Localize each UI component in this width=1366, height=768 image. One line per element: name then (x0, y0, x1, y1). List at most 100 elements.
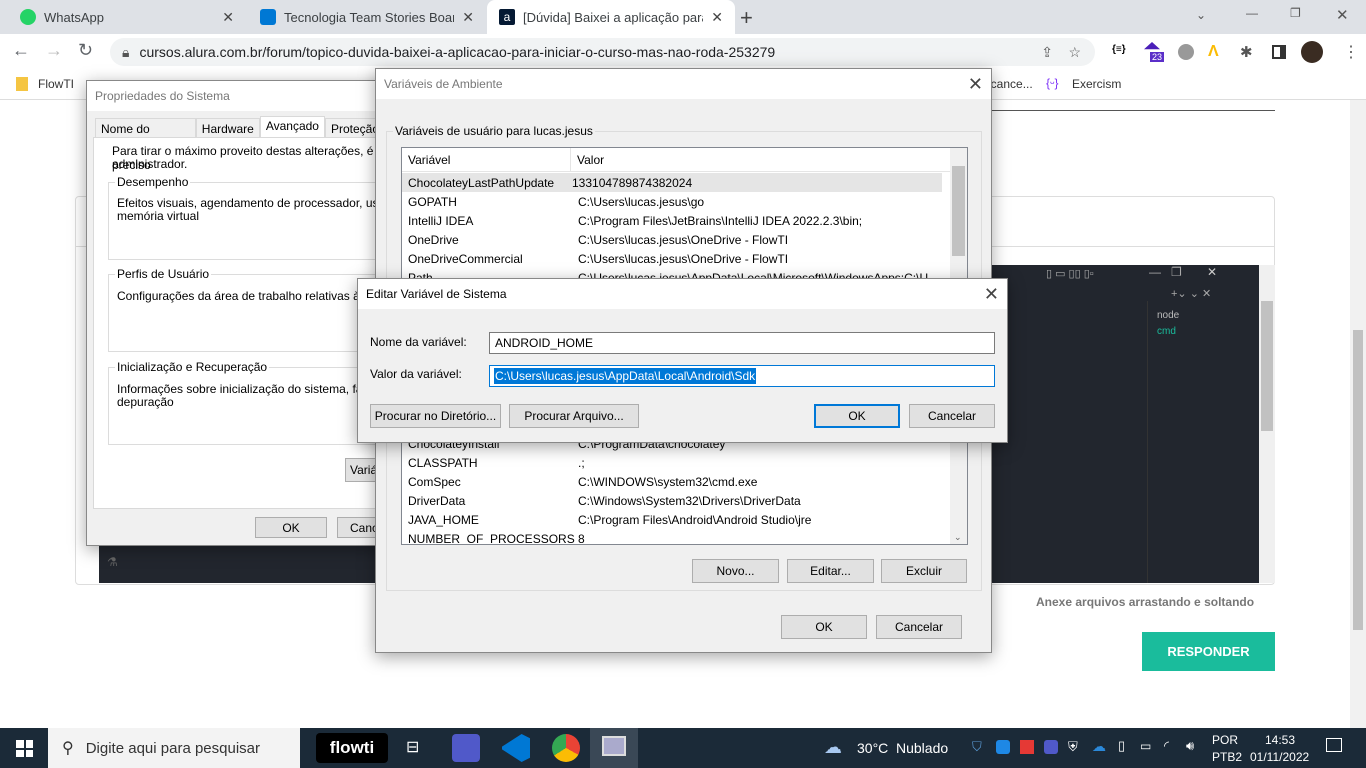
variable-value: 133104789874382024 (572, 175, 693, 190)
teamviewer-icon[interactable] (996, 740, 1010, 754)
system-properties-taskbar-item[interactable] (590, 728, 638, 768)
variable-name: IntelliJ IDEA (408, 213, 474, 228)
table-row[interactable]: OneDrive C:\Users\lucas.jesus\OneDrive - … (408, 230, 948, 249)
table-row[interactable]: NUMBER_OF_PROCESSORS 8 (408, 529, 948, 545)
flowti-logo[interactable]: flowti (316, 733, 388, 763)
cancel-button[interactable]: Cancelar (876, 615, 962, 639)
table-row[interactable]: IntelliJ IDEA C:\Program Files\JetBrains\… (408, 211, 948, 230)
notifications-icon[interactable] (1326, 738, 1342, 752)
weather-temp[interactable]: 30°C (857, 740, 888, 756)
close-icon[interactable]: ✕ (984, 284, 999, 305)
extension-icon[interactable]: 23 (1144, 42, 1165, 64)
tomato-extension-icon[interactable] (1178, 44, 1194, 60)
clock-time[interactable]: 14:53 (1265, 733, 1295, 747)
list-header: Variável Valor (402, 148, 950, 172)
variable-name-input[interactable]: ANDROID_HOME (489, 332, 995, 354)
edit-button[interactable]: Editar... (787, 559, 874, 583)
variable-name: NUMBER_OF_PROCESSORS (408, 531, 575, 545)
defender-icon[interactable]: ⛉ (972, 739, 982, 755)
windows-start-icon[interactable] (16, 740, 33, 757)
task-view-icon[interactable]: ⊟ (406, 737, 419, 757)
address-bar[interactable]: 🔒︎ cursos.alura.com.br/forum/topico-duvi… (110, 38, 1095, 66)
puzzle-extensions-icon[interactable]: ✱ (1240, 43, 1253, 61)
onedrive-icon[interactable]: ☁ (1092, 738, 1106, 755)
ok-button[interactable]: OK (814, 404, 900, 428)
variable-name: ChocolateyLastPathUpdate (408, 175, 555, 190)
wifi-icon[interactable]: ◜ (1164, 738, 1169, 754)
menu-icon[interactable]: ⋮ (1343, 42, 1359, 62)
bookmark-exercism[interactable]: Exercism (1072, 77, 1121, 91)
variable-value: C:\Users\lucas.jesus\OneDrive - FlowTI (578, 251, 789, 266)
teams-tray-icon[interactable] (1044, 740, 1058, 754)
table-row[interactable]: DriverData C:\Windows\System32\Drivers\Dr… (408, 491, 948, 510)
tab-whatsapp[interactable]: WhatsApp ✕ (8, 0, 246, 34)
azure-devops-icon (260, 9, 276, 25)
variable-value-input[interactable]: C:\Users\lucas.jesus\AppData\Local\Andro… (489, 365, 995, 387)
browse-file-button[interactable]: Procurar Arquivo... (509, 404, 639, 428)
input-language[interactable]: POR (1212, 733, 1238, 747)
bookmark-star-icon[interactable]: ☆ (1068, 44, 1081, 61)
usb-icon[interactable]: ▯ (1118, 738, 1125, 754)
close-window-icon[interactable]: ✕ (1336, 6, 1349, 24)
close-icon[interactable]: ✕ (222, 9, 234, 26)
chrome-icon[interactable] (552, 734, 580, 762)
browse-directory-button[interactable]: Procurar no Diretório... (370, 404, 501, 428)
system-list-scrollbar[interactable]: ⌄ (950, 429, 967, 544)
minimize-icon[interactable]: — (1246, 6, 1258, 20)
security-shield-icon[interactable]: ⛨ (1068, 739, 1078, 755)
group-label: Perfis de Usuário (115, 267, 212, 281)
variable-value: C:\Users\lucas.jesus\go (578, 194, 705, 209)
editor-scrollbar[interactable] (1259, 265, 1275, 583)
page-scrollbar[interactable] (1350, 100, 1366, 728)
ok-button[interactable]: OK (781, 615, 867, 639)
variable-value-label: Valor da variável: (370, 367, 462, 381)
new-tab-button[interactable]: + (740, 5, 753, 31)
profile-avatar[interactable] (1301, 41, 1323, 63)
clock-date[interactable]: 01/11/2022 (1250, 750, 1309, 764)
close-icon[interactable]: ✕ (711, 9, 723, 26)
reply-button[interactable]: RESPONDER (1142, 632, 1275, 671)
column-header-value[interactable]: Valor (570, 148, 604, 172)
weather-text[interactable]: Nublado (896, 740, 948, 756)
bookmark-item[interactable]: lcance... (988, 77, 1033, 91)
search-box[interactable]: ⚲ Digite aqui para pesquisar (48, 728, 300, 768)
tab-alura[interactable]: a [Dúvida] Baixei a aplicação para i ✕ (487, 0, 735, 34)
side-panel-icon[interactable] (1272, 45, 1286, 59)
table-row[interactable]: ChocolateyLastPathUpdate 1331047898743820… (402, 173, 942, 192)
table-row[interactable]: JAVA_HOME C:\Program Files\Android\Androi… (408, 510, 948, 529)
volume-icon[interactable]: 🔊︎ (1186, 738, 1194, 754)
reload-icon[interactable]: ↻ (78, 40, 93, 61)
back-icon[interactable]: ← (12, 40, 30, 61)
tab-title: WhatsApp (44, 9, 104, 25)
new-button[interactable]: Novo... (692, 559, 779, 583)
delete-button[interactable]: Excluir (881, 559, 967, 583)
table-row[interactable]: GOPATH C:\Users\lucas.jesus\go (408, 192, 948, 211)
input-value: ANDROID_HOME (495, 336, 594, 350)
tab-search-icon[interactable]: ⌄ (1196, 8, 1206, 22)
anydesk-icon[interactable] (1020, 740, 1034, 754)
table-row[interactable]: ComSpec C:\WINDOWS\system32\cmd.exe (408, 472, 948, 491)
variable-value: C:\Program Files\Android\Android Studio\… (578, 512, 812, 527)
table-row[interactable]: CLASSPATH.; (408, 453, 948, 472)
restore-icon[interactable]: ❐ (1290, 6, 1301, 20)
search-icon: ⚲ (62, 740, 74, 757)
system-variables-list[interactable]: ChocolateyInstall C:\ProgramData\chocolat… (401, 429, 968, 545)
bookmark-flowti[interactable]: FlowTI (38, 77, 74, 91)
cancel-button[interactable]: Cancelar (909, 404, 995, 428)
table-row[interactable]: OneDriveCommercial C:\Users\lucas.jesus\O… (408, 249, 948, 268)
battery-icon[interactable]: ▭ (1140, 739, 1151, 753)
vscode-icon[interactable] (502, 734, 530, 762)
flask-icon: ⚗ (107, 555, 118, 569)
teams-icon[interactable] (452, 734, 480, 762)
google-ads-icon[interactable]: Λ (1208, 43, 1219, 61)
keyboard-layout[interactable]: PTB2 (1212, 750, 1242, 764)
close-icon[interactable]: ✕ (968, 74, 983, 95)
terminal-minimize-icon: — (1149, 265, 1161, 279)
close-icon[interactable]: ✕ (462, 9, 474, 26)
share-icon[interactable]: ⇪ (1041, 44, 1053, 61)
tab-tecnologia[interactable]: Tecnologia Team Stories Board - ✕ (248, 0, 486, 34)
forward-icon[interactable]: → (45, 40, 63, 61)
json-extension-icon[interactable]: {≡} (1112, 44, 1126, 55)
column-header-variable[interactable]: Variável (408, 153, 450, 167)
ok-button[interactable]: OK (255, 517, 327, 538)
